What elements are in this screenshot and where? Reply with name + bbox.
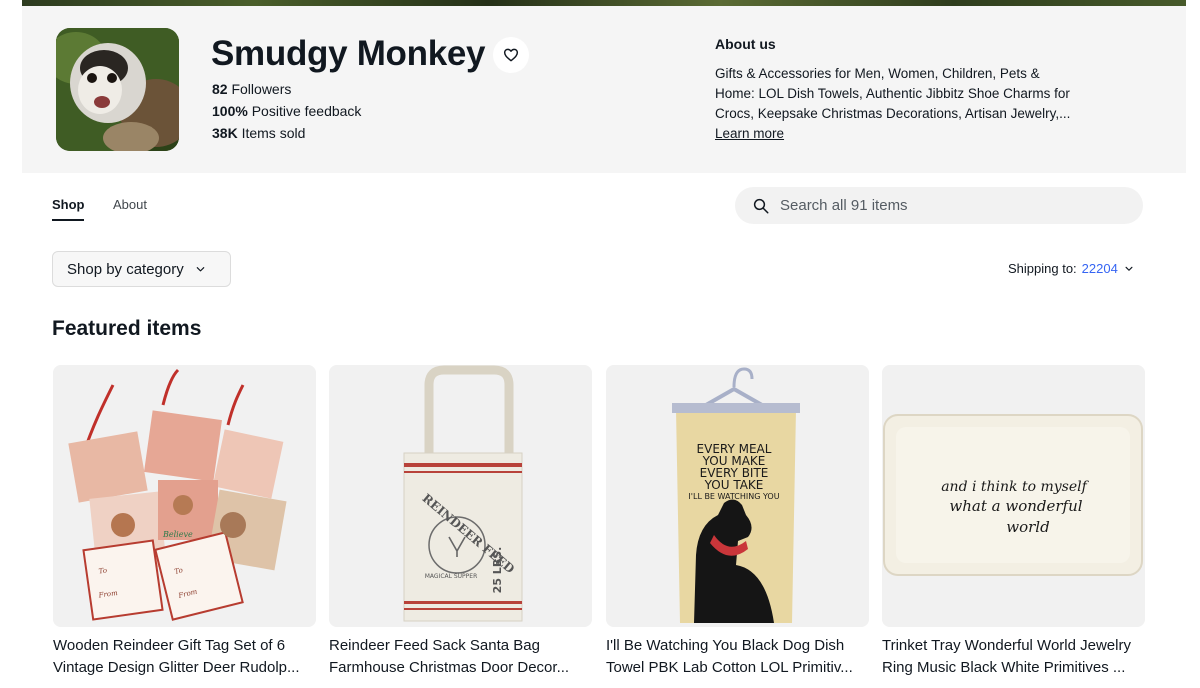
search-input[interactable] bbox=[780, 197, 1120, 214]
tab-shop[interactable]: Shop bbox=[52, 197, 85, 212]
store-name: Smudgy Monkey bbox=[211, 34, 486, 73]
featured-item-card[interactable]: Believe To From To From Wooden Reindeer … bbox=[53, 365, 316, 679]
image-text: what a wonderful bbox=[949, 497, 1082, 515]
featured-items-heading: Featured items bbox=[52, 317, 202, 340]
item-title[interactable]: I'll Be Watching You Black Dog Dish Towe… bbox=[606, 635, 869, 679]
followers-stat[interactable]: 82 Followers bbox=[212, 78, 361, 100]
item-image[interactable]: and i think to myself what a wonderful w… bbox=[882, 365, 1145, 627]
image-text: world bbox=[1006, 518, 1049, 536]
chevron-down-icon[interactable] bbox=[1124, 264, 1134, 274]
item-image[interactable]: EVERY MEAL YOU MAKE EVERY BITE YOU TAKE … bbox=[606, 365, 869, 627]
store-search-bar[interactable] bbox=[735, 187, 1143, 224]
image-text: Believe bbox=[162, 530, 193, 539]
shipping-to: Shipping to: 22204 bbox=[1008, 261, 1134, 276]
active-tab-indicator bbox=[52, 219, 84, 221]
feedback-stat[interactable]: 100% Positive feedback bbox=[212, 100, 361, 122]
image-text: MAGICAL SUPPER bbox=[425, 573, 478, 580]
store-header: Smudgy Monkey 82 Followers 100% Positive… bbox=[22, 6, 1186, 173]
heart-icon bbox=[503, 48, 519, 62]
image-text: and i think to myself bbox=[941, 479, 1089, 495]
items-sold-stat: 38K Items sold bbox=[212, 125, 306, 141]
about-us-text: Gifts & Accessories for Men, Women, Chil… bbox=[715, 66, 1071, 121]
shop-by-category-button[interactable]: Shop by category bbox=[52, 251, 231, 287]
image-text: 25 LBS. bbox=[491, 547, 504, 594]
featured-item-card[interactable]: and i think to myself what a wonderful w… bbox=[882, 365, 1145, 679]
image-text: To bbox=[98, 566, 107, 575]
image-text: YOU TAKE bbox=[704, 478, 764, 492]
tab-about[interactable]: About bbox=[113, 197, 147, 212]
learn-more-link[interactable]: Learn more bbox=[715, 126, 784, 141]
store-avatar[interactable] bbox=[56, 28, 179, 151]
chevron-down-icon bbox=[196, 266, 205, 271]
shop-by-category-label: Shop by category bbox=[67, 260, 184, 278]
store-stats: 82 Followers 100% Positive feedback 38K … bbox=[212, 78, 361, 144]
shipping-label: Shipping to: bbox=[1008, 261, 1077, 276]
item-image[interactable]: Believe To From To From bbox=[53, 365, 316, 627]
about-us-heading: About us bbox=[715, 36, 776, 52]
featured-item-card[interactable]: REINDEER FEED MAGICAL SUPPER 25 LBS. Rei… bbox=[329, 365, 592, 679]
search-icon bbox=[753, 198, 769, 213]
shipping-zip-link[interactable]: 22204 bbox=[1082, 261, 1118, 276]
item-title[interactable]: Trinket Tray Wonderful World Jewelry Rin… bbox=[882, 635, 1145, 679]
item-title[interactable]: Reindeer Feed Sack Santa Bag Farmhouse C… bbox=[329, 635, 592, 679]
item-title[interactable]: Wooden Reindeer Gift Tag Set of 6 Vintag… bbox=[53, 635, 316, 679]
item-image[interactable]: REINDEER FEED MAGICAL SUPPER 25 LBS. bbox=[329, 365, 592, 627]
featured-item-card[interactable]: EVERY MEAL YOU MAKE EVERY BITE YOU TAKE … bbox=[606, 365, 869, 679]
favorite-store-button[interactable] bbox=[493, 37, 529, 73]
